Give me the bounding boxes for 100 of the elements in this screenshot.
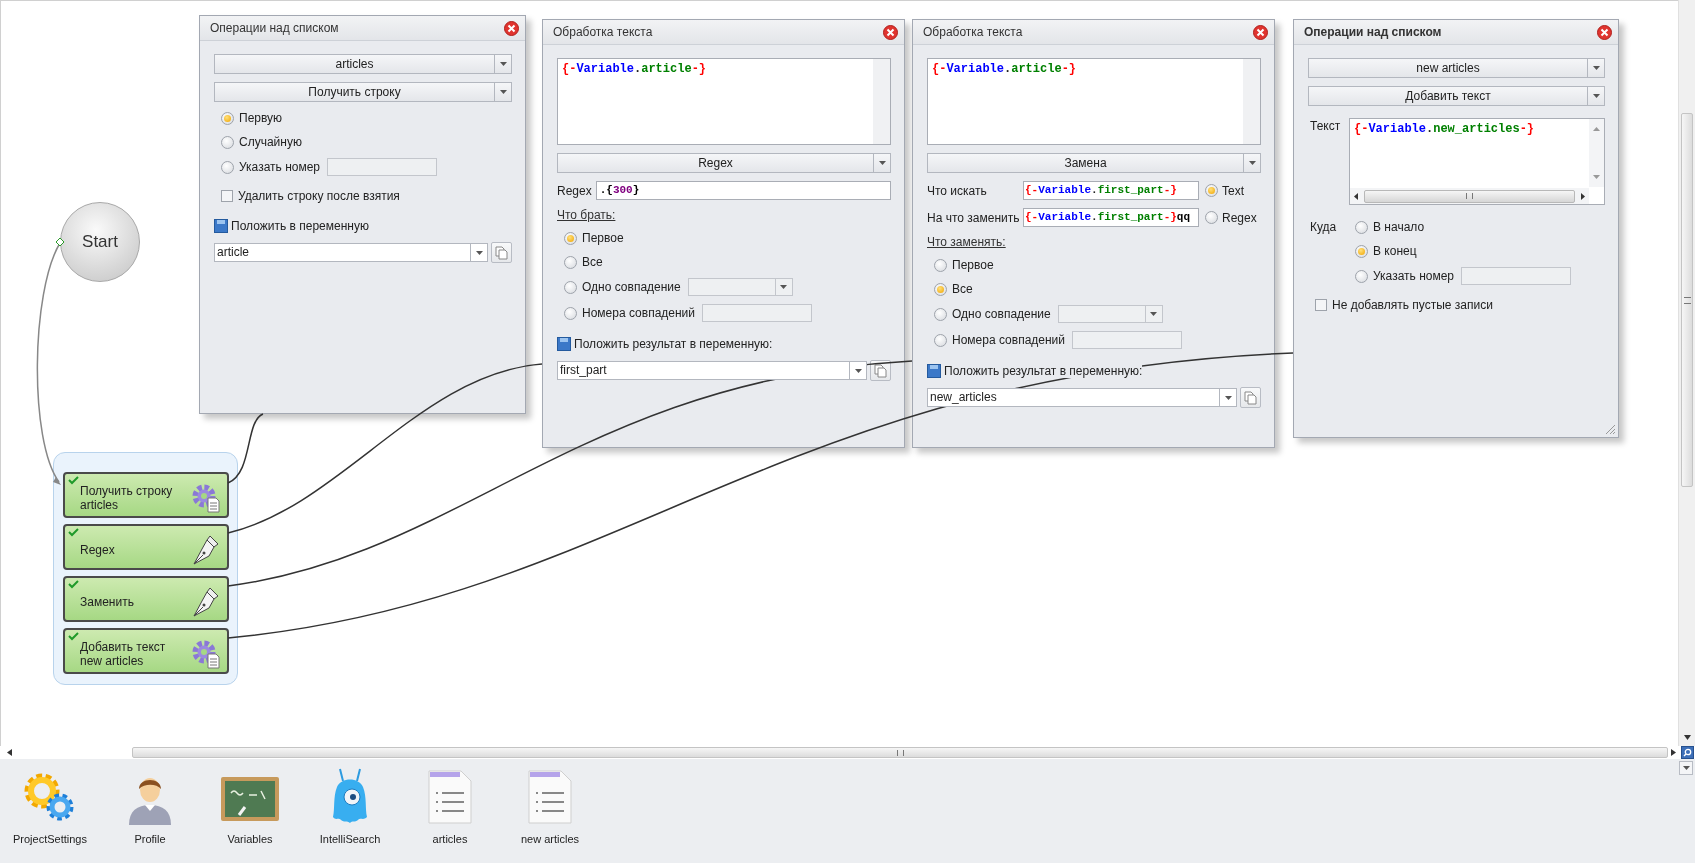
caret-icon: [1224, 395, 1232, 400]
toolbar-item[interactable]: articles: [400, 767, 500, 863]
text-field[interactable]: {-Variable.first_part-}qq: [1023, 208, 1199, 227]
match-dropdown[interactable]: [1057, 305, 1163, 323]
horizontal-scrollbar[interactable]: [1350, 188, 1589, 204]
caret-icon: [499, 62, 507, 66]
dropdown[interactable]: articles: [214, 54, 512, 74]
radio-label: Первую: [239, 111, 283, 125]
action-node[interactable]: Заменить: [63, 576, 229, 622]
text-field[interactable]: {-Variable.first_part-}: [1023, 181, 1199, 200]
radio-button[interactable]: [934, 282, 947, 296]
toolbar-menu-button[interactable]: [1679, 761, 1693, 775]
text-editor[interactable]: {-Variable.new_articles-}: [1349, 118, 1605, 205]
action-node[interactable]: Regex: [63, 524, 229, 570]
checkbox[interactable]: [1315, 299, 1327, 311]
radio-button[interactable]: [221, 135, 234, 149]
scroll-left-icon[interactable]: [1354, 192, 1358, 200]
document-icon: [527, 769, 573, 825]
caret-icon: [878, 161, 886, 165]
scrollbar-thumb[interactable]: [1681, 113, 1693, 487]
node-label: Получить строку articles: [80, 484, 174, 512]
radio-button[interactable]: [564, 231, 577, 245]
caret-icon: [780, 285, 788, 289]
code-editor[interactable]: {-Variable.article-}: [557, 58, 891, 145]
vertical-scrollbar[interactable]: [1243, 59, 1260, 144]
dropdown[interactable]: Regex: [557, 153, 891, 173]
radio-button[interactable]: [564, 255, 577, 269]
start-node[interactable]: Start: [60, 202, 140, 282]
copy-button[interactable]: [870, 360, 891, 381]
scroll-up-icon[interactable]: [1593, 127, 1600, 131]
text-field[interactable]: .{300}: [595, 181, 891, 200]
radio-button[interactable]: [1355, 220, 1368, 234]
number-field[interactable]: [327, 158, 438, 176]
action-node[interactable]: Добавить текст new articles: [63, 628, 229, 674]
field-label: Текст: [1309, 118, 1342, 133]
vertical-scrollbar[interactable]: [873, 59, 890, 144]
scroll-down-icon[interactable]: [1684, 735, 1691, 740]
floppy-icon: [557, 337, 571, 351]
copy-icon: [1244, 390, 1257, 405]
gear-document-icon: [191, 483, 221, 513]
window-title: Обработка текста: [553, 25, 653, 39]
toolbar-item[interactable]: Profile: [100, 767, 200, 863]
caret-icon: [475, 250, 483, 255]
dropdown[interactable]: Замена: [927, 153, 1261, 173]
toolbar-item[interactable]: new articles: [500, 767, 600, 863]
number-field[interactable]: [1072, 331, 1182, 349]
number-field[interactable]: [1461, 267, 1572, 285]
scroll-left-icon[interactable]: [7, 749, 12, 756]
action-node[interactable]: Получить строку articles: [63, 472, 229, 518]
toolbar-item[interactable]: IntelliSearch: [300, 767, 400, 863]
radio-button[interactable]: [1205, 211, 1218, 224]
radio-label: Все: [582, 255, 603, 269]
radio-label: Указать номер: [1373, 269, 1455, 283]
caret-icon: [1592, 94, 1600, 98]
radio-button[interactable]: [934, 307, 947, 321]
close-icon[interactable]: [504, 20, 519, 36]
close-icon[interactable]: [1253, 24, 1268, 40]
variable-dropdown[interactable]: new_articles: [927, 388, 1237, 407]
radio-button[interactable]: [1205, 184, 1218, 197]
radio-button[interactable]: [564, 280, 577, 294]
section-label: Положить результат в переменную:: [944, 364, 1143, 378]
radio-label: Text: [1222, 183, 1244, 198]
vertical-scrollbar[interactable]: [1678, 0, 1695, 746]
number-field[interactable]: [702, 304, 812, 322]
zoom-button[interactable]: [1681, 746, 1694, 759]
code-editor[interactable]: {-Variable.article-}: [927, 58, 1261, 145]
dropdown[interactable]: Добавить текст: [1308, 86, 1605, 106]
section-label: Положить результат в переменную:: [574, 337, 773, 351]
radio-button[interactable]: [1355, 244, 1368, 258]
close-icon[interactable]: [1597, 24, 1612, 40]
scroll-right-icon[interactable]: [1581, 192, 1585, 200]
dropdown[interactable]: Получить строку: [214, 82, 512, 102]
field-label: Regex: [557, 183, 592, 198]
checkbox[interactable]: [221, 190, 233, 202]
radio-button[interactable]: [221, 111, 234, 125]
radio-button[interactable]: [934, 333, 947, 347]
dropdown[interactable]: new articles: [1308, 58, 1605, 78]
radio-label: Одно совпадение: [582, 280, 681, 294]
check-icon: [68, 632, 79, 641]
floppy-icon: [214, 219, 228, 233]
scroll-right-icon[interactable]: [1671, 749, 1676, 756]
radio-button[interactable]: [221, 160, 234, 174]
radio-label: Первое: [952, 258, 994, 272]
radio-label: В конец: [1373, 244, 1417, 258]
variable-dropdown[interactable]: first_part: [557, 361, 867, 380]
radio-button[interactable]: [1355, 269, 1368, 283]
toolbar-item[interactable]: Variables: [200, 767, 300, 863]
radio-button[interactable]: [934, 258, 947, 272]
field-label: Куда: [1309, 219, 1338, 234]
resize-grip-icon[interactable]: [1605, 424, 1616, 435]
match-dropdown[interactable]: [687, 278, 793, 296]
floppy-icon: [927, 364, 941, 378]
scrollbar-thumb[interactable]: [132, 747, 1668, 758]
radio-button[interactable]: [564, 306, 577, 320]
close-icon[interactable]: [883, 24, 898, 40]
vertical-scrollbar[interactable]: [1589, 119, 1604, 187]
variable-dropdown[interactable]: article: [214, 243, 488, 262]
toolbar-item[interactable]: ProjectSettings: [0, 767, 100, 863]
scrollbar-thumb[interactable]: [1364, 189, 1575, 203]
section-heading: Что брать:: [557, 208, 616, 222]
